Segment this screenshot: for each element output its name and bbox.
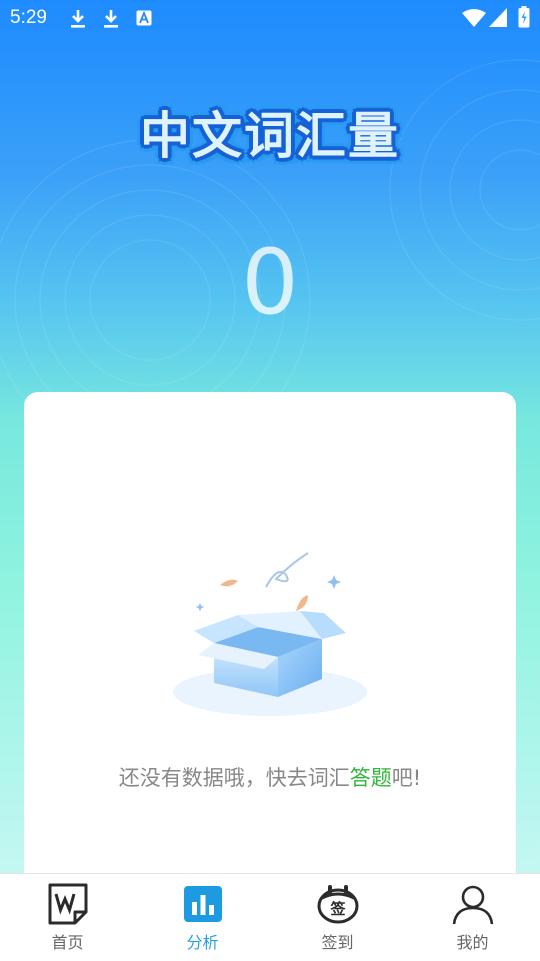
app-notification-icon	[136, 10, 152, 26]
battery-charging-icon	[518, 6, 530, 28]
empty-state-message: 还没有数据哦，快去词汇答题吧!	[0, 762, 540, 792]
vocabulary-score: 0	[241, 230, 299, 335]
empty-state-message-suffix: 吧!	[391, 766, 422, 790]
download-icon	[104, 10, 118, 28]
sign-in-calendar-icon: 签	[317, 885, 358, 924]
svg-text:签: 签	[329, 900, 346, 918]
tab-sign-in-label: 签到	[321, 933, 354, 952]
tab-analysis[interactable]: 分析	[135, 874, 270, 961]
user-profile-icon	[452, 885, 493, 925]
status-time: 5:29	[10, 7, 47, 28]
word-document-icon	[48, 883, 87, 925]
background-ripples	[0, 59, 540, 400]
status-bar: 5:29	[0, 0, 540, 36]
tab-analysis-label: 分析	[186, 933, 219, 952]
empty-state-message-prefix: 还没有数据哦，快去词汇	[118, 766, 350, 790]
tab-profile[interactable]: 我的	[405, 874, 540, 961]
tab-profile-label: 我的	[456, 933, 489, 952]
tab-sign-in[interactable]: 签 签到	[270, 874, 405, 961]
bottom-tab-bar: 首页 分析 签 签到 我的	[0, 873, 540, 961]
app-title-logo: 中文词汇量	[140, 107, 400, 165]
wifi-icon	[462, 9, 486, 27]
cellular-signal-icon	[489, 8, 507, 27]
tab-home-label: 首页	[51, 933, 84, 952]
start-quiz-link[interactable]: 答题	[350, 766, 392, 790]
bar-chart-icon	[183, 886, 222, 922]
empty-box-illustration	[173, 552, 367, 716]
download-icon	[71, 10, 85, 28]
tab-home[interactable]: 首页	[0, 874, 135, 961]
